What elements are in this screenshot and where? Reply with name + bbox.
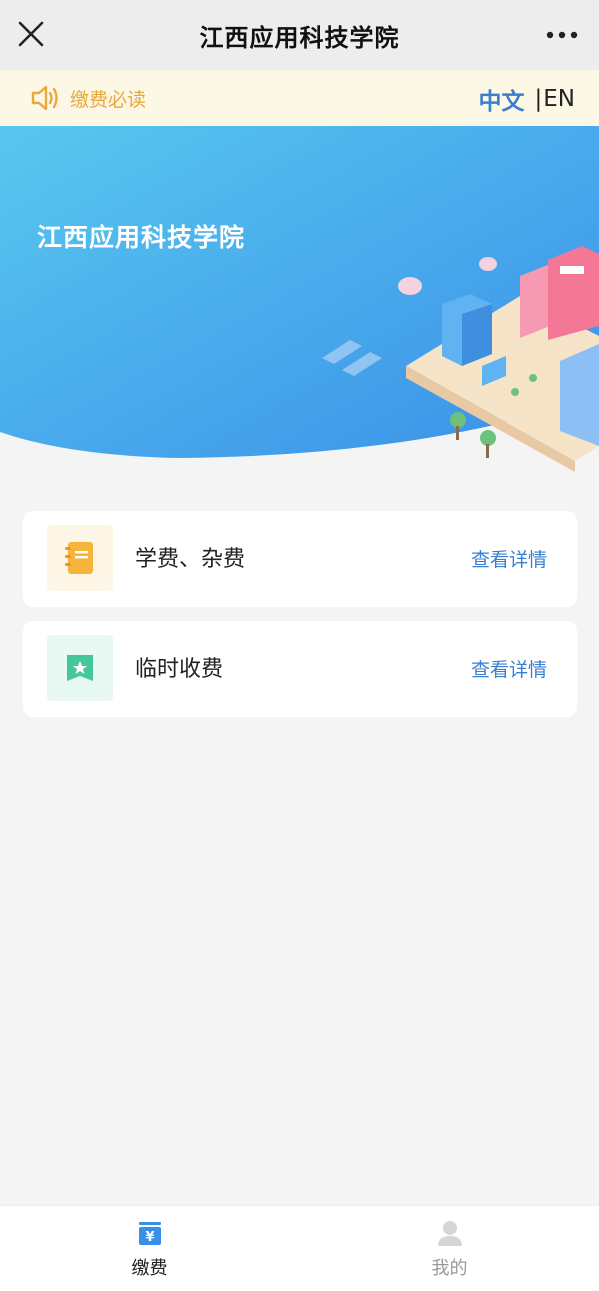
view-details-link[interactable]: 查看详情 — [471, 545, 547, 572]
user-icon — [437, 1221, 462, 1246]
bottom-tab-bar: ¥ 缴费 我的 — [0, 1205, 599, 1291]
payment-notice-link[interactable]: 缴费必读 — [70, 85, 146, 112]
speaker-icon — [31, 85, 58, 111]
language-english-option[interactable]: EN — [543, 86, 575, 112]
bookmark-star-icon — [47, 635, 113, 701]
fee-item-tuition[interactable]: 学费、杂费 查看详情 — [23, 511, 577, 607]
svg-text:¥: ¥ — [145, 1230, 154, 1245]
banner-school-name: 江西应用科技学院 — [37, 223, 246, 252]
tab-payment[interactable]: ¥ 缴费 — [0, 1206, 299, 1291]
language-chinese-option[interactable]: 中文 — [479, 82, 525, 116]
payment-yen-icon: ¥ — [138, 1222, 161, 1245]
fee-item-label: 临时收费 — [135, 657, 224, 682]
top-navigation-bar: 江西应用科技学院 — [0, 0, 599, 70]
language-separator: | — [534, 86, 543, 112]
language-switch: 中文 | EN — [479, 82, 576, 116]
fee-item-temporary[interactable]: 临时收费 查看详情 — [23, 621, 577, 717]
tab-payment-label: 缴费 — [131, 1258, 168, 1279]
view-details-link[interactable]: 查看详情 — [471, 655, 547, 682]
tab-mine-label: 我的 — [431, 1258, 468, 1279]
notice-bar: 缴费必读 中文 | EN — [0, 70, 599, 126]
notebook-icon — [47, 525, 113, 591]
fee-item-label: 学费、杂费 — [135, 547, 246, 572]
more-options-icon[interactable] — [545, 25, 579, 45]
hero-banner: 江西应用科技学院 — [0, 126, 599, 476]
tab-mine[interactable]: 我的 — [300, 1206, 599, 1291]
close-icon[interactable] — [14, 17, 48, 51]
page-title: 江西应用科技学院 — [199, 23, 400, 52]
banner-illustration — [0, 126, 599, 472]
